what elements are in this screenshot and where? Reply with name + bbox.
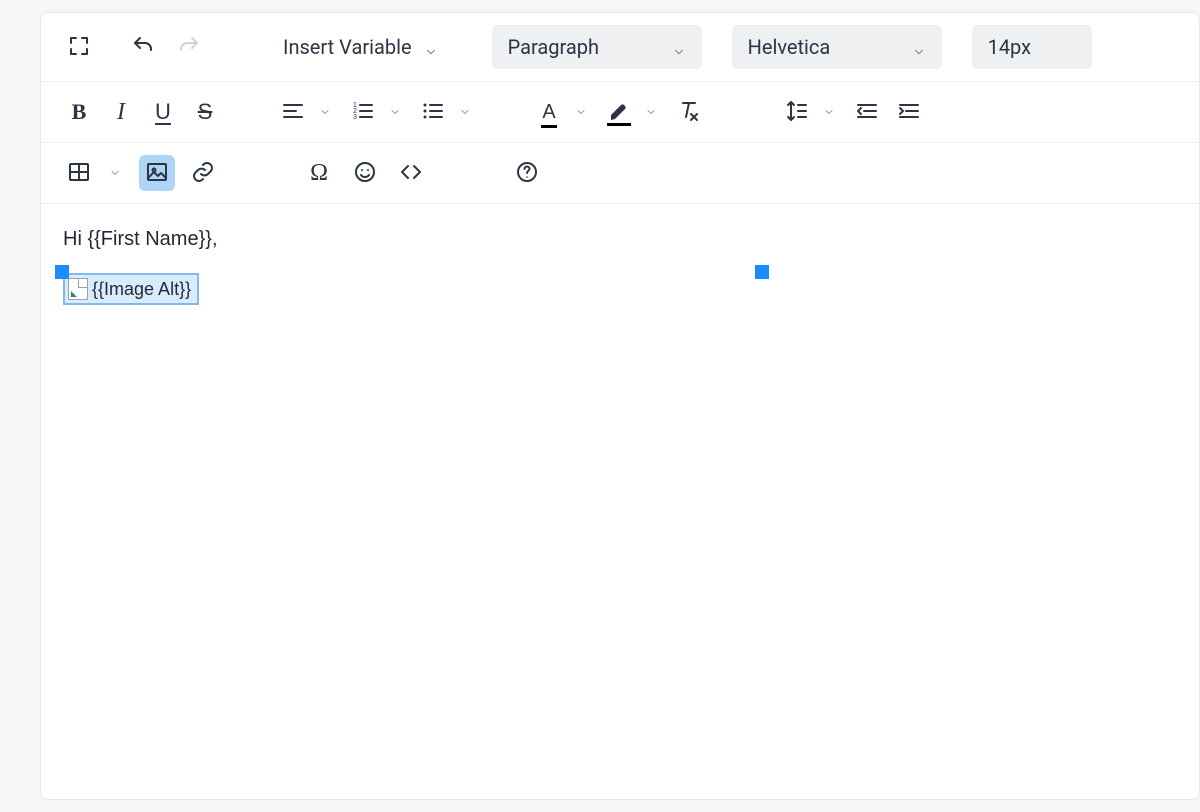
italic-icon: I (117, 99, 125, 126)
code-view-button[interactable] (393, 155, 429, 191)
resize-handle-top-right[interactable] (755, 265, 769, 279)
image-button[interactable] (139, 155, 175, 191)
undo-icon (131, 34, 155, 61)
align-button[interactable] (275, 94, 311, 130)
outdent-icon (855, 99, 879, 126)
fullscreen-button[interactable] (61, 29, 97, 65)
chevron-down-icon (672, 40, 686, 54)
outdent-button[interactable] (849, 94, 885, 130)
table-button[interactable] (61, 155, 97, 191)
image-icon (145, 160, 169, 187)
special-char-button[interactable]: Ω (301, 155, 337, 191)
font-size-dropdown[interactable]: 14px (972, 25, 1092, 69)
insert-variable-label: Insert Variable (283, 35, 412, 59)
strikethrough-button[interactable]: S (187, 94, 223, 130)
unordered-list-dropdown[interactable] (457, 94, 473, 130)
highlight-button[interactable] (601, 94, 637, 130)
table-dropdown[interactable] (107, 155, 123, 191)
indent-button[interactable] (891, 94, 927, 130)
omega-icon: Ω (310, 160, 328, 187)
align-left-icon (281, 99, 305, 126)
underline-button[interactable]: U (145, 94, 181, 130)
chevron-down-icon (424, 40, 438, 54)
paragraph-style-dropdown[interactable]: Paragraph (492, 25, 702, 69)
unordered-list-icon (421, 99, 445, 126)
undo-button[interactable] (125, 29, 161, 65)
align-dropdown[interactable] (317, 94, 333, 130)
italic-button[interactable]: I (103, 94, 139, 130)
font-family-label: Helvetica (748, 35, 831, 59)
broken-image-icon (68, 278, 88, 300)
bold-button[interactable]: B (61, 94, 97, 130)
line-height-icon (785, 99, 809, 126)
table-icon (67, 160, 91, 187)
clear-format-button[interactable] (671, 94, 707, 130)
selected-image-wrapper[interactable]: {{Image Alt}} (63, 273, 199, 306)
selected-image-placeholder[interactable]: {{Image Alt}} (63, 273, 199, 305)
link-button[interactable] (185, 155, 221, 191)
ordered-list-icon: 123 (351, 99, 375, 126)
emoji-button[interactable] (347, 155, 383, 191)
text-color-dropdown[interactable] (573, 94, 589, 130)
indent-icon (897, 99, 921, 126)
toolbar-row-1: Insert Variable Paragraph Helvetica 14px (41, 13, 1199, 82)
ordered-list-dropdown[interactable] (387, 94, 403, 130)
link-icon (191, 160, 215, 187)
highlight-dropdown[interactable] (643, 94, 659, 130)
line-height-dropdown[interactable] (821, 94, 837, 130)
clear-format-icon (677, 99, 701, 126)
ordered-list-button[interactable]: 123 (345, 94, 381, 130)
code-icon (399, 160, 423, 187)
text-color-button[interactable]: A (531, 94, 567, 130)
paragraph-style-label: Paragraph (508, 35, 599, 59)
line-height-button[interactable] (779, 94, 815, 130)
insert-variable-dropdown[interactable]: Insert Variable (267, 25, 444, 69)
editor-content-area[interactable]: Hi {{First Name}}, {{Image Alt}} (41, 204, 1199, 330)
unordered-list-button[interactable] (415, 94, 451, 130)
underline-icon: U (155, 99, 171, 125)
help-icon (515, 160, 539, 187)
redo-button[interactable] (171, 29, 207, 65)
svg-text:3: 3 (353, 114, 357, 121)
bold-icon: B (72, 99, 87, 125)
fullscreen-icon (67, 34, 91, 61)
resize-handle-top-left[interactable] (55, 265, 69, 279)
font-size-label: 14px (988, 35, 1032, 59)
text-color-icon: A (542, 101, 555, 124)
image-alt-text: {{Image Alt}} (92, 279, 191, 300)
strikethrough-icon: S (198, 99, 213, 125)
toolbar-row-3: Ω (41, 143, 1199, 204)
help-button[interactable] (509, 155, 545, 191)
chevron-down-icon (912, 40, 926, 54)
toolbar-row-2: B I U S 123 (41, 82, 1199, 143)
highlight-icon (607, 100, 631, 124)
content-line-1[interactable]: Hi {{First Name}}, (63, 228, 1177, 251)
font-family-dropdown[interactable]: Helvetica (732, 25, 942, 69)
redo-icon (177, 34, 201, 61)
rich-text-editor: Insert Variable Paragraph Helvetica 14px… (40, 12, 1200, 800)
emoji-icon (353, 160, 377, 187)
